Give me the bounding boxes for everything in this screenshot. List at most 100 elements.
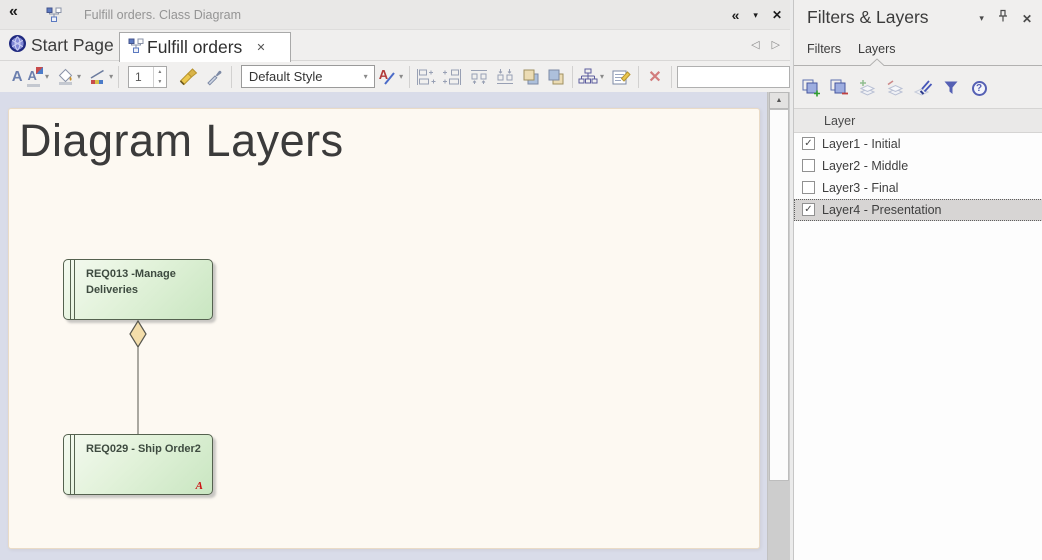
panel-menu-icon[interactable]: ▾	[979, 13, 984, 24]
bring-forward-icon	[522, 68, 540, 86]
font-color-button[interactable]: A	[26, 67, 43, 87]
format-toolbar: A A ▾ ▾	[0, 61, 790, 92]
auto-layout-button[interactable]	[578, 68, 598, 85]
line-color-button[interactable]	[89, 68, 107, 85]
spin-up-icon[interactable]: ▲	[154, 67, 166, 77]
text-style-button[interactable]: A	[379, 67, 397, 87]
format-painter-button[interactable]	[179, 68, 199, 86]
layers-toolbar: ?	[800, 74, 990, 102]
delete-button[interactable]: ✕	[644, 67, 666, 87]
align-bottom-button[interactable]	[495, 68, 515, 86]
align-top-button[interactable]	[469, 68, 489, 86]
send-backward-button[interactable]	[547, 68, 565, 86]
diagram-canvas[interactable]: Diagram Layers REQ013 -Manage Deliveries…	[0, 92, 790, 560]
tab-fulfill-orders[interactable]: Fulfill orders ✕	[119, 32, 291, 62]
layer-column-header[interactable]: Layer	[794, 108, 1042, 133]
fill-color-button[interactable]	[57, 68, 75, 85]
element-label: REQ013 -Manage Deliveries	[86, 267, 206, 298]
requirement-marker-lines	[70, 260, 71, 319]
style-select-dropdown-icon: ▾	[364, 72, 368, 81]
start-page-icon	[8, 34, 27, 58]
help-icon: ?	[972, 81, 987, 96]
diagram-titlebar: « Fulfill orders. Class Diagram « ▾ ✕	[0, 0, 790, 30]
set-layer-appearance-button[interactable]	[912, 77, 934, 99]
add-to-layer-icon	[858, 79, 877, 97]
layer-row[interactable]: Layer3 - Final	[794, 177, 1042, 199]
layer-checkbox[interactable]	[802, 159, 815, 172]
panel-title: Filters & Layers	[807, 7, 929, 28]
window-collapse-button[interactable]: «	[732, 7, 740, 23]
diagram-page[interactable]: Diagram Layers REQ013 -Manage Deliveries…	[8, 108, 760, 549]
delete-layer-button[interactable]	[828, 77, 850, 99]
titlebar-title: Fulfill orders. Class Diagram	[84, 0, 241, 30]
tab-label: Fulfill orders	[147, 37, 242, 58]
line-width-value: 1	[129, 67, 153, 87]
style-select[interactable]: Default Style ▾	[241, 65, 375, 88]
main-area: « Fulfill orders. Class Diagram « ▾ ✕	[0, 0, 790, 560]
panel-pin-icon[interactable]	[997, 9, 1009, 28]
font-button[interactable]: A	[8, 68, 26, 85]
line-color-dropdown-icon[interactable]: ▾	[109, 72, 113, 81]
spin-down-icon[interactable]: ▼	[154, 77, 166, 87]
align-left-button[interactable]	[415, 68, 436, 86]
scrollbar-thumb[interactable]	[769, 109, 789, 481]
font-color-dropdown-icon[interactable]: ▾	[45, 72, 49, 81]
tab-nav-left-icon[interactable]: ◁	[751, 38, 759, 51]
tab-layers[interactable]: Layers	[858, 42, 896, 56]
layer-label: Layer1 - Initial	[822, 133, 901, 155]
layer-label: Layer4 - Presentation	[822, 199, 942, 221]
scroll-up-button[interactable]: ▲	[769, 92, 789, 109]
active-tab-indicator	[794, 58, 1042, 67]
tab-start-page[interactable]: Start Page	[2, 30, 124, 61]
font-color-swatch	[36, 67, 43, 74]
remove-from-layer-button[interactable]	[884, 77, 906, 99]
layer-checkbox[interactable]: ✓	[802, 203, 815, 216]
diagram-icon	[46, 7, 62, 27]
eyedropper-icon	[205, 68, 223, 86]
element-req013[interactable]: REQ013 -Manage Deliveries	[63, 259, 213, 320]
aggregation-connector[interactable]	[128, 319, 148, 439]
collapse-ribbon-button[interactable]: «	[9, 3, 18, 21]
fill-color-dropdown-icon[interactable]: ▾	[77, 72, 81, 81]
align-left-icon	[415, 68, 436, 86]
layer-row[interactable]: Layer2 - Middle	[794, 155, 1042, 177]
filter-layers-button[interactable]	[940, 77, 962, 99]
requirement-marker-lines	[70, 435, 71, 494]
tab-nav-right-icon[interactable]: ▷	[772, 38, 780, 51]
funnel-icon	[943, 80, 959, 96]
layer-row[interactable]: ✓ Layer1 - Initial	[794, 133, 1042, 155]
auto-layout-dropdown-icon[interactable]: ▾	[600, 72, 604, 81]
panel-tabstrip: Filters Layers	[794, 38, 1042, 68]
text-style-dropdown-icon[interactable]: ▾	[399, 72, 403, 81]
vertical-scrollbar[interactable]: ▲	[767, 92, 790, 560]
line-color-icon	[89, 68, 107, 85]
tab-filters[interactable]: Filters	[807, 42, 841, 56]
window-close-button[interactable]: ✕	[772, 8, 782, 22]
style-select-value: Default Style	[242, 69, 362, 84]
tab-close-icon[interactable]: ✕	[256, 41, 265, 54]
new-layer-button[interactable]	[800, 77, 822, 99]
bring-forward-button[interactable]	[522, 68, 540, 86]
tab-label: Start Page	[31, 35, 114, 56]
layer-checkbox[interactable]: ✓	[802, 137, 815, 150]
align-right-button[interactable]	[442, 68, 463, 86]
filters-layers-panel: Filters & Layers ▾ ✕ Filters Layers	[793, 0, 1042, 560]
element-req029[interactable]: REQ029 - Ship Order2 A	[63, 434, 213, 495]
app-window: « Fulfill orders. Class Diagram « ▾ ✕	[0, 0, 1042, 560]
diagram-properties-button[interactable]	[611, 68, 631, 86]
window-menu-button[interactable]: ▾	[753, 10, 758, 21]
layer-checkbox[interactable]	[802, 181, 815, 194]
tab-diagram-icon	[128, 38, 144, 58]
add-to-layer-button[interactable]	[856, 77, 878, 99]
eyedropper-button[interactable]	[205, 68, 223, 86]
diagram-filter-input[interactable]	[677, 66, 790, 88]
document-tabbar: Start Page Fulfill orders ✕ ◁ ▷	[0, 30, 790, 61]
hierarchy-icon	[578, 68, 598, 85]
help-button[interactable]: ?	[968, 77, 990, 99]
layer-row-selected[interactable]: ✓ Layer4 - Presentation	[794, 199, 1042, 221]
panel-close-icon[interactable]: ✕	[1022, 12, 1032, 26]
align-right-icon	[442, 68, 463, 86]
line-width-stepper[interactable]: 1 ▲ ▼	[128, 66, 167, 88]
properties-icon	[611, 68, 631, 86]
align-top-icon	[469, 68, 489, 86]
